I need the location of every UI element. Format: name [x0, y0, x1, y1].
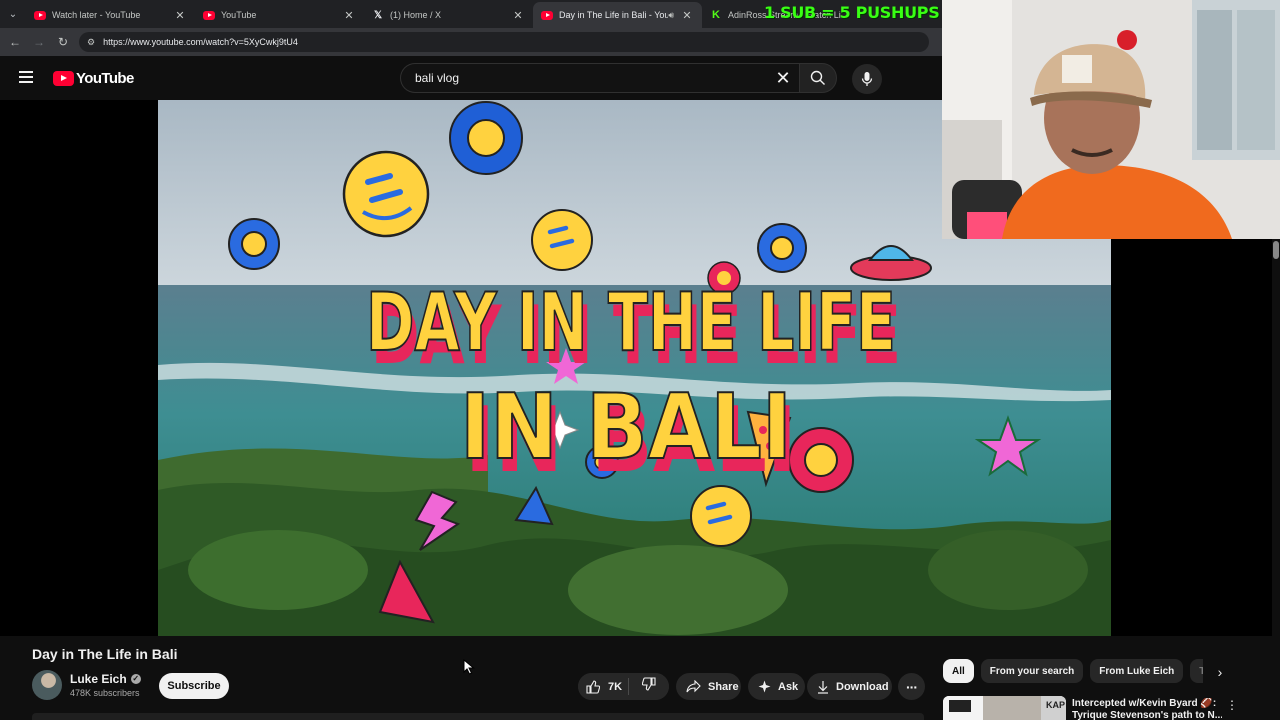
chip-trending[interactable]: Tra [1190, 659, 1203, 683]
browser-tab-youtube[interactable]: YouTube ✕ [195, 2, 364, 28]
mouse-pointer-icon [463, 659, 475, 675]
channel-name-text: Luke Eich [70, 672, 127, 686]
ask-button[interactable]: Ask [748, 673, 805, 700]
share-button[interactable]: Share [676, 673, 741, 700]
subscribe-button[interactable]: Subscribe [159, 673, 229, 699]
tab-title: YouTube [221, 10, 257, 20]
related-video-title-line2: Tyrique Stevenson's path to N... [1072, 710, 1222, 720]
tab-title: (1) Home / X [390, 10, 442, 20]
more-actions-icon[interactable]: ··· [898, 673, 925, 700]
related-video-title[interactable]: Intercepted w/Kevin Byard 🏈: Tyrique Ste… [1072, 698, 1222, 720]
speaker-icon[interactable]: 🔊︎ [668, 10, 674, 21]
forward-arrow-icon[interactable]: → [27, 28, 51, 56]
related-thumbnail-image: KAP [943, 696, 1066, 720]
url-text: https://www.youtube.com/watch?v=5XyCwkj9… [103, 37, 298, 47]
webcam-feed [942, 0, 1280, 239]
download-label: Download [836, 680, 889, 693]
share-label: Share [708, 680, 739, 693]
smiley-face-sticker-center [531, 209, 593, 271]
back-arrow-icon[interactable]: ← [3, 28, 27, 56]
download-icon [817, 680, 829, 694]
channel-owner: Luke Eich ✓ 478K subscribers [32, 670, 141, 700]
chip-all[interactable]: All [943, 659, 974, 683]
tab-close-icon[interactable]: ✕ [680, 9, 694, 22]
thumbs-up-icon [586, 679, 600, 694]
related-filter-chips: All From your search From Luke Eich Tra [943, 659, 1203, 685]
thumbs-down-icon [641, 677, 656, 696]
red-flower-sticker [788, 427, 854, 493]
search-icon [810, 70, 825, 85]
related-video-menu-icon[interactable]: ⋮ [1226, 698, 1238, 714]
related-video-title-line1: Intercepted w/Kevin Byard 🏈: [1072, 698, 1217, 709]
youtube-play-logo-icon [53, 71, 74, 86]
address-bar[interactable]: ⚙︎ https://www.youtube.com/watch?v=5XyCw… [79, 32, 929, 52]
related-thumb-text: KAP [1046, 700, 1065, 710]
tab-close-icon[interactable]: ✕ [173, 9, 187, 22]
like-button[interactable]: 7K [578, 673, 626, 700]
blue-flower-sticker [449, 101, 523, 175]
dislike-button[interactable] [629, 673, 669, 700]
kick-favicon-icon: K [712, 9, 720, 21]
chip-from-your-search[interactable]: From your search [980, 659, 1084, 683]
voice-search-button[interactable] [852, 64, 882, 94]
clear-icon[interactable]: ✕ [773, 68, 793, 88]
smiley-face-sticker [342, 150, 430, 238]
chip-from-channel[interactable]: From Luke Eich [1090, 659, 1184, 683]
channel-name[interactable]: Luke Eich ✓ [70, 672, 141, 686]
reload-icon[interactable]: ↻ [51, 28, 75, 56]
subscriber-count: 478K subscribers [70, 688, 140, 698]
ask-label: Ask [778, 680, 799, 693]
like-count: 7K [608, 680, 623, 693]
blue-flower-sticker-small [228, 218, 280, 270]
youtube-favicon-icon [203, 9, 215, 21]
mic-icon [861, 72, 873, 86]
streamer-webcam-overlay [942, 0, 1280, 239]
x-favicon-icon: 𝕏 [373, 9, 383, 21]
site-info-icon[interactable]: ⚙︎ [87, 37, 95, 48]
tab-title: Watch later - YouTube [52, 10, 141, 20]
verified-check-icon: ✓ [130, 674, 141, 684]
description-box-edge [32, 713, 924, 720]
youtube-logo[interactable]: YouTube [53, 70, 134, 87]
video-title-art-line1-top: DAY IN THE LIFE [366, 276, 896, 369]
page-scrollbar[interactable] [1272, 239, 1280, 720]
youtube-logo-text: YouTube [76, 70, 134, 87]
search-input-value: bali vlog [415, 71, 460, 85]
menu-icon[interactable] [19, 71, 33, 83]
search-input[interactable]: bali vlog [400, 63, 799, 93]
tab-title: Day in The Life in Bali - You [559, 10, 669, 20]
youtube-favicon-icon [34, 9, 46, 21]
download-button[interactable]: Download [807, 673, 892, 700]
smiley-face-sticker-bottom [690, 485, 752, 547]
tab-close-icon[interactable]: ✕ [511, 9, 525, 22]
scrollbar-thumb[interactable] [1273, 241, 1279, 259]
search-button[interactable] [799, 63, 837, 93]
browser-tab-watch-later[interactable]: Watch later - YouTube ✕ [26, 2, 195, 28]
youtube-favicon-icon [541, 9, 553, 21]
blue-flower-sticker-right [757, 223, 807, 273]
tab-search-chevron-icon[interactable]: ⌄ [0, 0, 26, 28]
browser-tab-active-video[interactable]: Day in The Life in Bali - You 🔊︎ ✕ [533, 2, 702, 28]
sparkle-icon [758, 680, 771, 693]
video-title: Day in The Life in Bali [32, 646, 178, 662]
video-title-art-line2-top: IN BALI [460, 375, 792, 480]
browser-tab-x-home[interactable]: 𝕏 (1) Home / X ✕ [364, 2, 533, 28]
chevron-right-icon[interactable]: › [1208, 660, 1232, 684]
tab-close-icon[interactable]: ✕ [342, 9, 356, 22]
related-video-thumbnail[interactable]: KAP [943, 696, 1066, 720]
share-arrow-icon [686, 680, 701, 693]
subscription-promo-banner: 1 SUB = 5 PUSHUPS [764, 3, 940, 22]
channel-avatar[interactable] [32, 670, 62, 700]
